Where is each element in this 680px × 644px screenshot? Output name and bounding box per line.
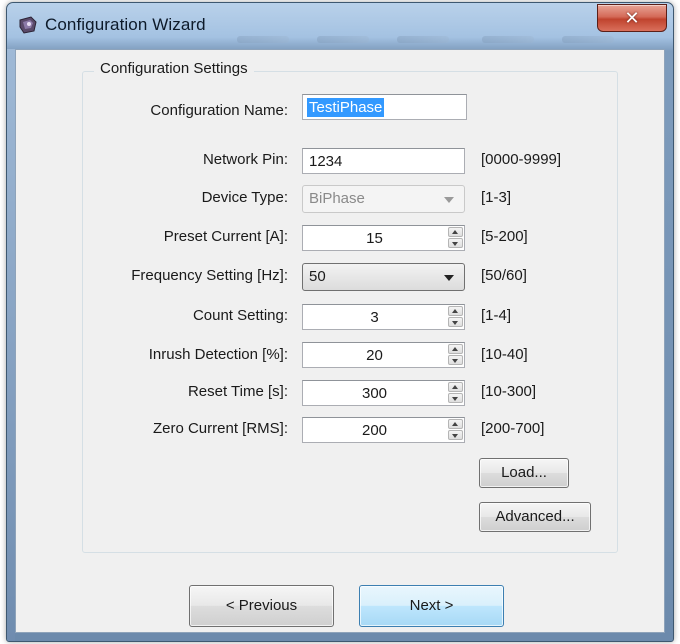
- chevron-down-icon: [452, 359, 458, 363]
- chevron-up-icon: [452, 385, 458, 389]
- spin-down-button[interactable]: [448, 393, 463, 403]
- device-type-value: BiPhase: [309, 190, 365, 207]
- inrush-value: 20: [366, 347, 383, 364]
- next-button[interactable]: Next >: [359, 585, 504, 627]
- reset-time-value: 300: [361, 385, 388, 402]
- group-legend: Configuration Settings: [94, 60, 254, 77]
- close-button[interactable]: ✕: [597, 4, 667, 32]
- config-name-value: TestiPhase: [307, 98, 385, 117]
- device-type-dropdown: BiPhase: [302, 185, 465, 213]
- chevron-down-icon: [452, 242, 458, 246]
- spin-down-button[interactable]: [448, 238, 463, 248]
- network-pin-range: [0000-9999]: [481, 151, 562, 168]
- close-icon: ✕: [624, 7, 640, 29]
- advanced-button[interactable]: Advanced...: [479, 502, 591, 532]
- app-icon: [19, 16, 37, 34]
- configuration-wizard-window: Configuration Wizard ✕ Configuration Set…: [6, 2, 674, 642]
- zero-current-value: 200: [361, 422, 388, 439]
- reset-time-label: Reset Time [s]:: [187, 383, 288, 400]
- chevron-down-icon: [452, 397, 458, 401]
- spin-up-button[interactable]: [448, 306, 463, 316]
- zero-current-spinner[interactable]: 200: [302, 417, 465, 443]
- load-button[interactable]: Load...: [479, 458, 569, 488]
- inrush-range: [10-40]: [481, 346, 528, 363]
- dialog-client-area: Configuration Settings Configuration Nam…: [15, 49, 665, 633]
- frequency-dropdown[interactable]: 50: [302, 263, 465, 291]
- chevron-up-icon: [452, 230, 458, 234]
- config-name-label: Configuration Name:: [150, 102, 288, 119]
- frequency-range: [50/60]: [481, 267, 527, 284]
- device-type-label: Device Type:: [201, 189, 288, 206]
- config-name-input[interactable]: TestiPhase: [302, 94, 467, 120]
- chevron-up-icon: [452, 347, 458, 351]
- count-range: [1-4]: [481, 307, 512, 324]
- inrush-label: Inrush Detection [%]:: [148, 346, 288, 363]
- spin-up-button[interactable]: [448, 419, 463, 429]
- spin-down-button[interactable]: [448, 430, 463, 440]
- previous-button[interactable]: < Previous: [189, 585, 334, 627]
- count-label: Count Setting:: [192, 307, 288, 324]
- preset-current-range: [5-200]: [481, 228, 528, 245]
- preset-current-spinner[interactable]: 15: [302, 225, 465, 251]
- network-pin-value: 1234: [309, 153, 343, 170]
- spin-up-button[interactable]: [448, 382, 463, 392]
- chevron-down-icon: [452, 434, 458, 438]
- zero-current-range: [200-700]: [481, 420, 545, 437]
- preset-current-label: Preset Current [A]:: [163, 228, 288, 245]
- title-bar[interactable]: Configuration Wizard ✕: [7, 3, 673, 49]
- dropdown-arrow-icon: [444, 275, 454, 281]
- spin-up-button[interactable]: [448, 227, 463, 237]
- frame-shade: [7, 49, 15, 641]
- chevron-down-icon: [452, 321, 458, 325]
- background-window-ghost: [237, 34, 617, 48]
- network-pin-label: Network Pin:: [202, 151, 288, 168]
- reset-time-range: [10-300]: [481, 383, 537, 400]
- inrush-spinner[interactable]: 20: [302, 342, 465, 368]
- network-pin-input[interactable]: 1234: [302, 148, 465, 174]
- window-title: Configuration Wizard: [45, 15, 206, 34]
- chevron-up-icon: [452, 309, 458, 313]
- spin-down-button[interactable]: [448, 355, 463, 365]
- spin-down-button[interactable]: [448, 317, 463, 327]
- dropdown-arrow-icon: [444, 197, 454, 203]
- zero-current-label: Zero Current [RMS]:: [152, 420, 288, 437]
- spin-up-button[interactable]: [448, 344, 463, 354]
- reset-time-spinner[interactable]: 300: [302, 380, 465, 406]
- chevron-up-icon: [452, 422, 458, 426]
- count-spinner[interactable]: 3: [302, 304, 465, 330]
- count-value: 3: [370, 309, 379, 326]
- device-type-range: [1-3]: [481, 189, 512, 206]
- preset-current-value: 15: [366, 230, 383, 247]
- frequency-value: 50: [309, 268, 326, 285]
- frequency-label: Frequency Setting [Hz]:: [131, 267, 288, 284]
